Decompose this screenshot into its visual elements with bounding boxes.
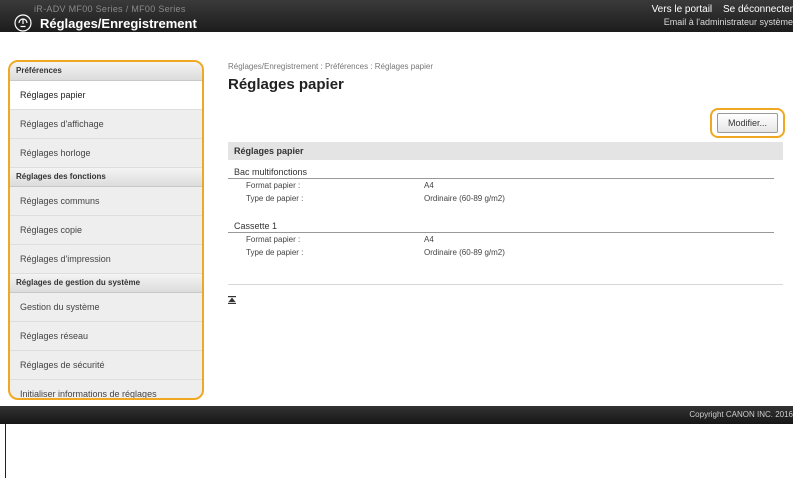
admin-mail-link[interactable]: Email à l'administrateur système — [664, 17, 793, 27]
portal-link[interactable]: Vers le portail — [652, 4, 713, 15]
sidebar-header-system-management: Réglages de gestion du système — [10, 274, 202, 293]
setting-label: Format papier : — [246, 181, 301, 190]
group-multipurpose-tray: Bac multifonctions Format papier : A4 Ty… — [228, 166, 774, 205]
window-edge — [5, 424, 6, 478]
setting-label: Type de papier : — [246, 194, 304, 203]
sidebar-item-system-management[interactable]: Gestion du système — [10, 293, 202, 322]
setting-value: Ordinaire (60-89 g/m2) — [424, 248, 505, 257]
sidebar-header-function-settings: Réglages des fonctions — [10, 168, 202, 187]
sidebar-item-network-settings[interactable]: Réglages réseau — [10, 322, 202, 351]
divider — [228, 284, 783, 285]
main-content: Réglages/Enregistrement : Préférences : … — [228, 62, 785, 304]
sidebar-item-copy-settings[interactable]: Réglages copie — [10, 216, 202, 245]
sidebar-item-clock-settings[interactable]: Réglages horloge — [10, 139, 202, 168]
back-to-top-icon[interactable] — [228, 296, 236, 304]
group-title: Cassette 1 — [228, 220, 774, 233]
copyright: Copyright CANON INC. 2016 — [689, 410, 793, 419]
setting-row: Format papier : A4 — [228, 179, 774, 192]
modify-button[interactable]: Modifier... — [716, 113, 778, 133]
setting-label: Format papier : — [246, 235, 301, 244]
setting-value: Ordinaire (60-89 g/m2) — [424, 194, 505, 203]
top-bar: iR-ADV MF00 Series / MF00 Series Vers le… — [0, 0, 793, 32]
app-title-bar: Réglages/Enregistrement — [14, 14, 197, 32]
app-title: Réglages/Enregistrement — [40, 15, 197, 31]
setting-label: Type de papier : — [246, 248, 304, 257]
sidebar-item-security-settings[interactable]: Réglages de sécurité — [10, 351, 202, 380]
sidebar-item-common-settings[interactable]: Réglages communs — [10, 187, 202, 216]
setting-row: Type de papier : Ordinaire (60-89 g/m2) — [228, 192, 774, 205]
logout-link[interactable]: Se déconnecter — [723, 4, 793, 15]
group-cassette-1: Cassette 1 Format papier : A4 Type de pa… — [228, 220, 774, 259]
page-title: Réglages papier — [228, 76, 344, 93]
sidebar-item-display-settings[interactable]: Réglages d'affichage — [10, 110, 202, 139]
modify-button-highlight: Modifier... — [709, 108, 785, 138]
footer: Copyright CANON INC. 2016 — [0, 406, 793, 424]
device-name: iR-ADV MF00 Series / MF00 Series — [34, 4, 186, 14]
section-header: Réglages papier — [228, 142, 783, 160]
settings-register-icon — [14, 14, 32, 32]
sidebar: Préférences Réglages papier Réglages d'a… — [8, 60, 204, 400]
sidebar-item-reset-settings-info[interactable]: Initialiser informations de réglages — [10, 380, 202, 398]
setting-value: A4 — [424, 181, 434, 190]
setting-row: Format papier : A4 — [228, 233, 774, 246]
sidebar-header-preferences: Préférences — [10, 62, 202, 81]
setting-value: A4 — [424, 235, 434, 244]
sidebar-item-print-settings[interactable]: Réglages d'impression — [10, 245, 202, 274]
group-title: Bac multifonctions — [228, 166, 774, 179]
breadcrumb: Réglages/Enregistrement : Préférences : … — [228, 62, 433, 71]
top-links: Vers le portail Se déconnecter — [644, 4, 793, 15]
setting-row: Type de papier : Ordinaire (60-89 g/m2) — [228, 246, 774, 259]
sidebar-item-paper-settings[interactable]: Réglages papier — [10, 81, 202, 110]
